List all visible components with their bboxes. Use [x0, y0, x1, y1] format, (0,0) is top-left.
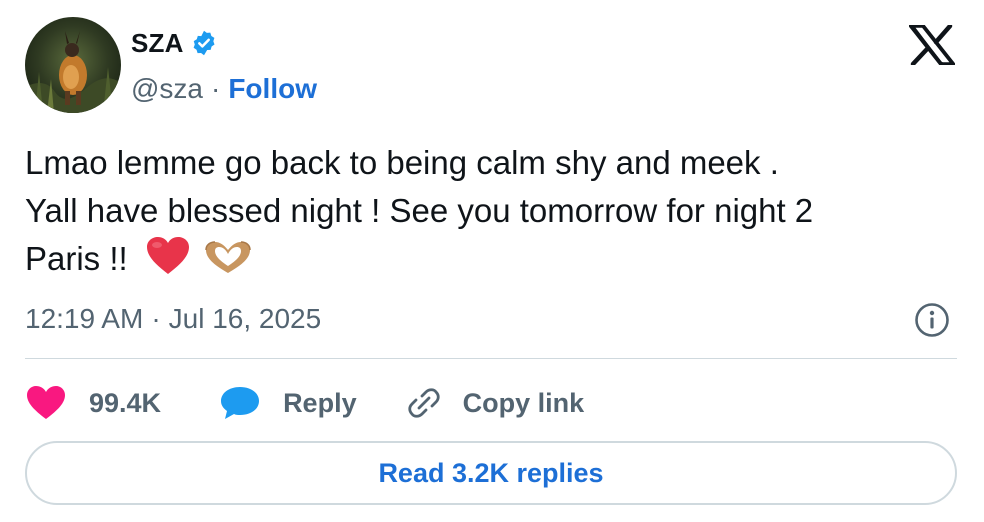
- tweet-text-line: Paris !!: [25, 235, 970, 289]
- speech-bubble-icon: [219, 385, 261, 421]
- info-icon[interactable]: [914, 302, 950, 338]
- follow-button[interactable]: Follow: [228, 72, 317, 106]
- tweet-text-line: Lmao lemme go back to being calm shy and…: [25, 144, 779, 181]
- action-bar: 99.4K Reply Copy link: [25, 381, 584, 425]
- reply-label: Reply: [283, 387, 357, 418]
- heart-hands-emoji: [202, 240, 254, 289]
- author-handle[interactable]: @sza: [131, 72, 203, 106]
- red-heart-emoji: [145, 236, 191, 289]
- read-replies-button[interactable]: Read 3.2K replies: [25, 441, 957, 505]
- avatar-photo: [25, 17, 121, 113]
- author-name[interactable]: SZA: [131, 28, 184, 58]
- tweet-text: Lmao lemme go back to being calm shy and…: [25, 139, 970, 289]
- separator: ·: [211, 73, 221, 104]
- reply-button[interactable]: Reply: [219, 385, 357, 421]
- tweet-text-fragment: Paris !!: [25, 240, 128, 277]
- copy-link-label: Copy link: [462, 387, 585, 418]
- x-logo-icon[interactable]: [906, 23, 958, 67]
- like-button[interactable]: 99.4K: [25, 385, 161, 421]
- tweet-timestamp[interactable]: 12:19 AM · Jul 16, 2025: [25, 302, 321, 336]
- avatar[interactable]: [25, 17, 121, 113]
- like-count: 99.4K: [89, 387, 162, 418]
- tweet-time: 12:19 AM: [25, 303, 144, 334]
- heart-icon: [25, 385, 67, 421]
- tweet-date: Jul 16, 2025: [168, 303, 322, 334]
- verified-badge-icon: [190, 29, 218, 57]
- link-icon: [405, 384, 443, 422]
- author-handle-row: @sza · Follow: [131, 72, 317, 106]
- tweet-card: SZA @sza · Follow Lmao lemme go back to …: [0, 0, 984, 522]
- author-name-row: SZA: [131, 28, 218, 58]
- divider: [25, 358, 957, 359]
- tweet-text-line: Yall have blessed night ! See you tomorr…: [25, 192, 814, 229]
- copy-link-button[interactable]: Copy link: [405, 384, 585, 422]
- separator: ·: [151, 303, 161, 334]
